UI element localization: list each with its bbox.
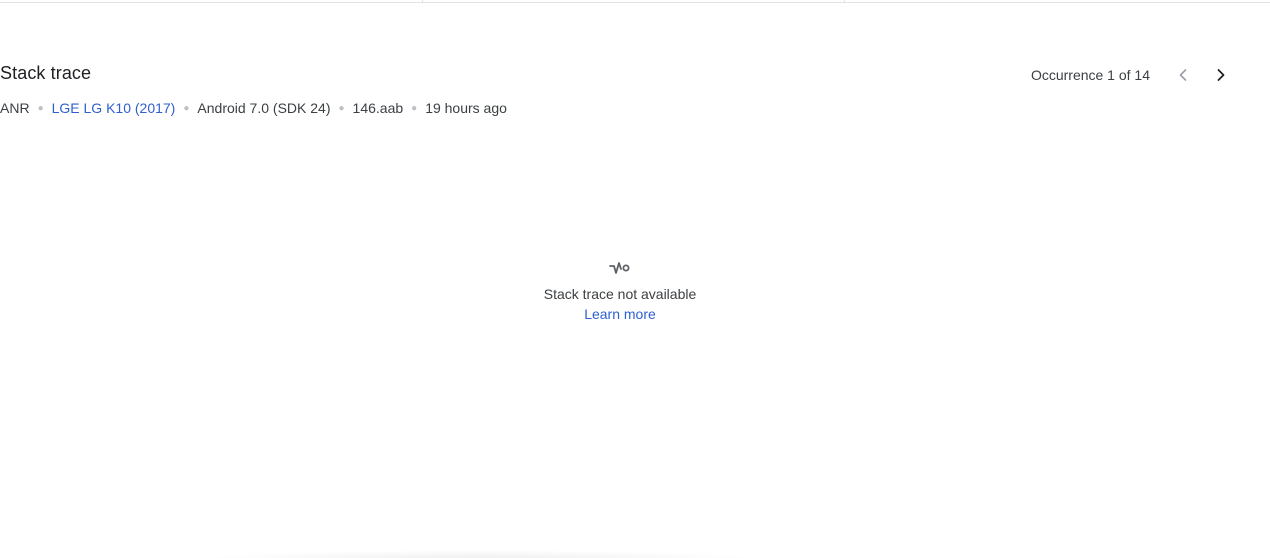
chevron-left-icon [1179, 69, 1187, 81]
timestamp: 19 hours ago [425, 100, 507, 116]
broken-trace-icon [609, 262, 630, 274]
column-divider [844, 0, 845, 3]
issue-type: ANR [0, 100, 30, 116]
build-version: 146.aab [352, 100, 404, 116]
device-link[interactable]: LGE LG K10 (2017) [52, 100, 176, 116]
previous-occurrence-button[interactable] [1168, 60, 1198, 90]
empty-state-message: Stack trace not available [543, 286, 697, 302]
next-occurrence-button[interactable] [1206, 60, 1236, 90]
os-version: Android 7.0 (SDK 24) [197, 100, 331, 116]
occurrence-label: Occurrence 1 of 14 [1030, 67, 1150, 83]
top-divider [0, 2, 1270, 3]
chevron-right-icon [1217, 69, 1225, 81]
column-divider [422, 0, 423, 3]
separator-dot: ● [338, 102, 345, 114]
occurrence-pager: Occurrence 1 of 14 [1031, 60, 1236, 90]
bottom-shadow [200, 550, 760, 558]
separator-dot: ● [183, 102, 190, 114]
occurrence-metadata: ANR ● LGE LG K10 (2017) ● Android 7.0 (S… [0, 100, 507, 116]
separator-dot: ● [411, 102, 418, 114]
separator-dot: ● [37, 102, 44, 114]
empty-state: Stack trace not available Learn more [470, 260, 770, 324]
page-title: Stack trace [0, 63, 92, 83]
stack-trace-page: Stack trace Occurrence 1 of 14 ANR ● LGE… [0, 0, 1270, 558]
learn-more-link[interactable]: Learn more [470, 304, 770, 324]
